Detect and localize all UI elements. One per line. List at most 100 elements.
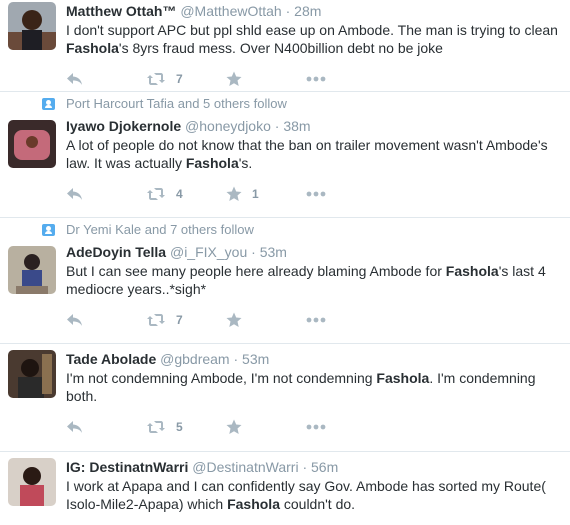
reply-icon — [66, 187, 83, 201]
more-icon — [306, 424, 326, 430]
favorite-button[interactable] — [226, 415, 242, 439]
avatar[interactable] — [8, 246, 56, 294]
separator: · — [251, 244, 256, 260]
separator: · — [274, 118, 280, 134]
tweet-text-segment: 's 8yrs fraud mess. Over N400billion deb… — [118, 40, 443, 56]
retweet-count: 7 — [176, 72, 183, 86]
tweet-header: IG: DestinatnWarri @DestinatnWarri · 56m — [66, 458, 560, 476]
retweet-icon — [146, 313, 166, 327]
avatar[interactable] — [8, 458, 56, 506]
tweet-text-segment: 's. — [238, 155, 253, 171]
reply-button[interactable] — [66, 415, 83, 439]
author-handle[interactable]: @MatthewOttah — [180, 3, 281, 19]
favorite-icon — [226, 419, 242, 435]
user-follow-icon — [42, 98, 55, 110]
separator: · — [285, 3, 291, 19]
author-handle[interactable]: @i_FIX_you — [170, 244, 247, 260]
retweet-count: 4 — [176, 187, 183, 201]
retweet-icon — [146, 187, 166, 201]
tweet-header: Tade Abolade @gbdream · 53m — [66, 350, 560, 368]
tweet-header: Matthew Ottah™ @MatthewOttah · 28m — [66, 2, 560, 20]
tweet[interactable]: Tade Abolade @gbdream · 53m I'm not cond… — [0, 344, 570, 452]
avatar[interactable] — [8, 2, 56, 50]
author-handle[interactable]: @honeydjoko — [185, 118, 271, 134]
favorite-button[interactable] — [226, 308, 242, 332]
separator: · — [302, 459, 308, 475]
tweet-actions: 5 — [66, 415, 560, 441]
reply-icon — [66, 313, 83, 327]
reply-icon — [66, 420, 83, 434]
retweet-count: 7 — [176, 313, 183, 327]
tweet-timeline: Matthew Ottah™ @MatthewOttah · 28m I don… — [0, 0, 570, 525]
author-handle[interactable]: @DestinatnWarri — [192, 459, 298, 475]
tweet-text: I work at Apapa and I can confidently sa… — [66, 477, 560, 513]
author-name[interactable]: IG: DestinatnWarri — [66, 459, 188, 475]
tweet[interactable]: IG: DestinatnWarri @DestinatnWarri · 56m… — [0, 452, 570, 525]
tweet[interactable]: Matthew Ottah™ @MatthewOttah · 28m I don… — [0, 0, 570, 92]
retweet-button[interactable]: 4 — [146, 182, 183, 206]
highlighted-keyword: Fashola — [376, 370, 430, 386]
follow-context-text[interactable]: Port Harcourt Tafia and 5 others follow — [66, 96, 287, 111]
tweet-timestamp[interactable]: 28m — [294, 3, 321, 19]
tweet-text: I don't support APC but ppl shld ease up… — [66, 21, 560, 57]
tweet-text-segment: A lot of people do not know that the ban… — [66, 137, 548, 171]
reply-button[interactable] — [66, 308, 83, 332]
author-name[interactable]: AdeDoyin Tella — [66, 244, 166, 260]
tweet-timestamp[interactable]: 38m — [283, 118, 310, 134]
tweet-text-segment: But I can see many people here already b… — [66, 263, 446, 279]
author-handle[interactable]: @gbdream — [160, 351, 229, 367]
retweet-count: 5 — [176, 420, 183, 434]
avatar[interactable] — [8, 350, 56, 398]
reply-icon — [66, 72, 83, 86]
tweet[interactable]: Dr Yemi Kale and 7 others follow AdeDoyi… — [0, 218, 570, 344]
tweet-timestamp[interactable]: 53m — [242, 351, 269, 367]
retweet-icon — [146, 420, 166, 434]
tweet-actions: 7 — [66, 308, 560, 334]
more-button[interactable] — [306, 67, 326, 91]
more-icon — [306, 191, 326, 197]
tweet-header: AdeDoyin Tella @i_FIX_you · 53m — [66, 243, 560, 261]
author-name[interactable]: Tade Abolade — [66, 351, 156, 367]
tweet-text: I'm not condemning Ambode, I'm not conde… — [66, 369, 560, 405]
tweet[interactable]: Port Harcourt Tafia and 5 others follow … — [0, 92, 570, 218]
tweet-text: A lot of people do not know that the ban… — [66, 136, 560, 172]
retweet-button[interactable]: 7 — [146, 308, 183, 332]
reply-button[interactable] — [66, 182, 83, 206]
favorite-icon — [226, 186, 242, 202]
separator: · — [233, 351, 239, 367]
retweet-button[interactable]: 5 — [146, 415, 183, 439]
follow-context: Port Harcourt Tafia and 5 others follow — [42, 94, 560, 114]
more-button[interactable] — [306, 182, 326, 206]
reply-button[interactable] — [66, 67, 83, 91]
tweet-header: Iyawo Djokernole @honeydjoko · 38m — [66, 117, 560, 135]
follow-context-text[interactable]: Dr Yemi Kale and 7 others follow — [66, 222, 254, 237]
retweet-button[interactable]: 7 — [146, 67, 183, 91]
tweet-timestamp[interactable]: 53m — [260, 244, 287, 260]
favorite-button[interactable]: 1 — [226, 182, 259, 206]
follow-context: Dr Yemi Kale and 7 others follow — [42, 220, 560, 240]
favorite-icon — [226, 71, 242, 87]
author-name[interactable]: Matthew Ottah™ — [66, 3, 176, 19]
retweet-icon — [146, 72, 166, 86]
more-button[interactable] — [306, 415, 326, 439]
highlighted-keyword: Fashola — [185, 155, 239, 171]
tweet-text: But I can see many people here already b… — [66, 262, 560, 298]
more-button[interactable] — [306, 308, 326, 332]
avatar[interactable] — [8, 120, 56, 168]
favorite-count: 1 — [252, 187, 259, 201]
author-name[interactable]: Iyawo Djokernole — [66, 118, 181, 134]
favorite-button[interactable] — [226, 67, 242, 91]
tweet-timestamp[interactable]: 56m — [311, 459, 338, 475]
tweet-text-segment: I'm not condemning Ambode, I'm not conde… — [66, 370, 377, 386]
tweet-actions: 41 — [66, 182, 560, 208]
more-icon — [306, 76, 326, 82]
highlighted-keyword: Fashola — [445, 263, 499, 279]
tweet-text-segment: I don't support APC but ppl shld ease up… — [66, 22, 558, 38]
favorite-icon — [226, 312, 242, 328]
user-follow-icon — [42, 224, 55, 236]
tweet-actions: 7 — [66, 67, 560, 93]
more-icon — [306, 317, 326, 323]
highlighted-keyword: Fashola — [227, 496, 280, 512]
tweet-text-segment: couldn't do. — [279, 496, 356, 512]
highlighted-keyword: Fashola — [66, 40, 119, 56]
